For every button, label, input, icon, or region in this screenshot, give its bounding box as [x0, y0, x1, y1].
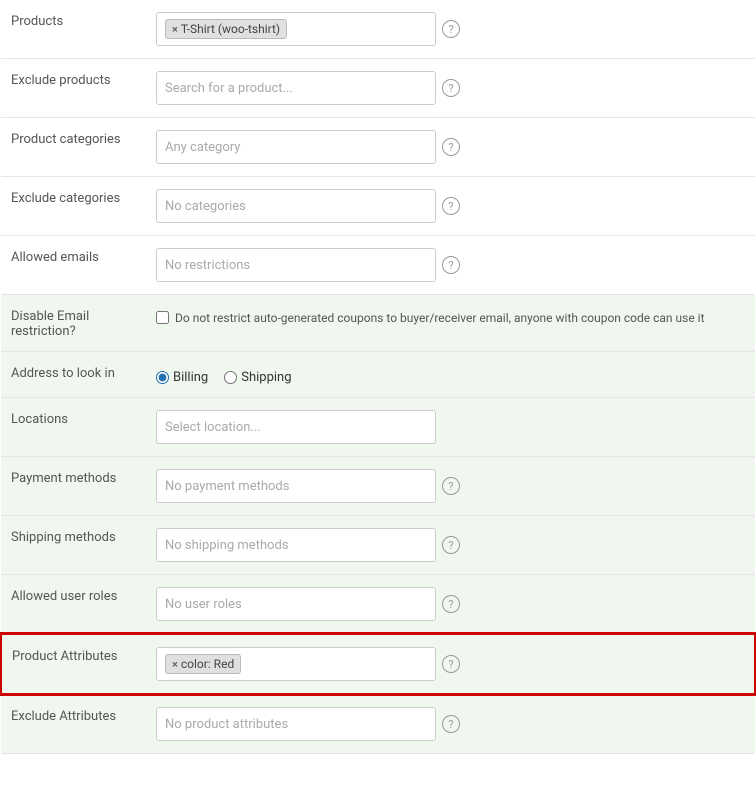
row-allowed-emails: Allowed emailsNo restrictions? — [1, 236, 755, 295]
label-allowed-emails: Allowed emails — [1, 236, 156, 295]
select-products[interactable]: × T-Shirt (woo-tshirt) — [156, 12, 436, 46]
row-product-categories: Product categoriesAny category? — [1, 118, 755, 177]
label-products: Products — [1, 0, 156, 59]
field-address-to-look-in: Billing Shipping — [156, 352, 755, 398]
placeholder-allowed-user-roles: No user roles — [165, 597, 242, 612]
help-icon-payment-methods[interactable]: ? — [442, 477, 460, 495]
label-locations: Locations — [1, 398, 156, 457]
field-row-allowed-user-roles: No user roles? — [156, 587, 745, 621]
row-shipping-methods: Shipping methodsNo shipping methods? — [1, 516, 755, 575]
field-row-locations: Select location... — [156, 410, 745, 444]
radio-option-billing[interactable]: Billing — [156, 370, 208, 385]
tag-label-product-attributes: color: Red — [181, 657, 234, 671]
placeholder-exclude-products: Search for a product... — [165, 81, 293, 96]
field-exclude-products: Search for a product...? — [156, 59, 755, 118]
tag-products[interactable]: × T-Shirt (woo-tshirt) — [165, 19, 287, 39]
tag-remove-product-attributes[interactable]: × — [172, 658, 178, 671]
select-allowed-user-roles[interactable]: No user roles — [156, 587, 436, 621]
select-exclude-products[interactable]: Search for a product... — [156, 71, 436, 105]
row-exclude-categories: Exclude categoriesNo categories? — [1, 177, 755, 236]
help-icon-products[interactable]: ? — [442, 20, 460, 38]
field-row-product-attributes: × color: Red? — [156, 647, 744, 681]
select-exclude-attributes[interactable]: No product attributes — [156, 707, 436, 741]
placeholder-product-categories: Any category — [165, 140, 240, 155]
placeholder-shipping-methods: No shipping methods — [165, 538, 289, 553]
radio-shipping[interactable] — [224, 371, 237, 384]
label-disable-email: Disable Email restriction? — [1, 295, 156, 352]
label-address-to-look-in: Address to look in — [1, 352, 156, 398]
row-product-attributes: Product Attributes× color: Red? — [1, 634, 755, 694]
select-payment-methods[interactable]: No payment methods — [156, 469, 436, 503]
field-row-exclude-attributes: No product attributes? — [156, 707, 745, 741]
row-exclude-attributes: Exclude AttributesNo product attributes? — [1, 694, 755, 754]
field-allowed-emails: No restrictions? — [156, 236, 755, 295]
field-row-products: × T-Shirt (woo-tshirt)? — [156, 12, 745, 46]
select-allowed-emails[interactable]: No restrictions — [156, 248, 436, 282]
field-locations: Select location... — [156, 398, 755, 457]
placeholder-locations: Select location... — [165, 420, 261, 435]
row-disable-email: Disable Email restriction? Do not restric… — [1, 295, 755, 352]
field-row-payment-methods: No payment methods? — [156, 469, 745, 503]
coupon-form: Products× T-Shirt (woo-tshirt)?Exclude p… — [0, 0, 756, 754]
label-exclude-products: Exclude products — [1, 59, 156, 118]
radio-label-billing: Billing — [173, 370, 208, 385]
radio-label-shipping: Shipping — [241, 370, 291, 385]
tag-remove-products[interactable]: × — [172, 23, 178, 36]
label-exclude-categories: Exclude categories — [1, 177, 156, 236]
label-product-attributes: Product Attributes — [1, 634, 156, 694]
tag-product-attributes[interactable]: × color: Red — [165, 654, 241, 674]
field-exclude-categories: No categories? — [156, 177, 755, 236]
placeholder-exclude-attributes: No product attributes — [165, 717, 288, 732]
help-icon-product-categories[interactable]: ? — [442, 138, 460, 156]
row-allowed-user-roles: Allowed user rolesNo user roles? — [1, 575, 755, 635]
help-icon-allowed-user-roles[interactable]: ? — [442, 595, 460, 613]
select-product-attributes[interactable]: × color: Red — [156, 647, 436, 681]
label-allowed-user-roles: Allowed user roles — [1, 575, 156, 635]
field-row-exclude-products: Search for a product...? — [156, 71, 745, 105]
field-allowed-user-roles: No user roles? — [156, 575, 755, 635]
label-product-categories: Product categories — [1, 118, 156, 177]
help-icon-exclude-attributes[interactable]: ? — [442, 715, 460, 733]
select-product-categories[interactable]: Any category — [156, 130, 436, 164]
row-exclude-products: Exclude productsSearch for a product...? — [1, 59, 755, 118]
field-exclude-attributes: No product attributes? — [156, 694, 755, 754]
tag-label-products: T-Shirt (woo-tshirt) — [181, 22, 280, 36]
label-shipping-methods: Shipping methods — [1, 516, 156, 575]
help-icon-shipping-methods[interactable]: ? — [442, 536, 460, 554]
field-row-product-categories: Any category? — [156, 130, 745, 164]
field-product-categories: Any category? — [156, 118, 755, 177]
label-payment-methods: Payment methods — [1, 457, 156, 516]
select-locations[interactable]: Select location... — [156, 410, 436, 444]
help-icon-allowed-emails[interactable]: ? — [442, 256, 460, 274]
row-payment-methods: Payment methodsNo payment methods? — [1, 457, 755, 516]
checkbox-row-disable-email: Do not restrict auto-generated coupons t… — [156, 307, 745, 327]
field-row-shipping-methods: No shipping methods? — [156, 528, 745, 562]
radio-option-shipping[interactable]: Shipping — [224, 370, 291, 385]
field-disable-email: Do not restrict auto-generated coupons t… — [156, 295, 755, 352]
field-row-allowed-emails: No restrictions? — [156, 248, 745, 282]
field-product-attributes: × color: Red? — [156, 634, 755, 694]
placeholder-allowed-emails: No restrictions — [165, 258, 250, 273]
help-icon-exclude-categories[interactable]: ? — [442, 197, 460, 215]
radio-billing[interactable] — [156, 371, 169, 384]
field-payment-methods: No payment methods? — [156, 457, 755, 516]
help-icon-exclude-products[interactable]: ? — [442, 79, 460, 97]
radio-row-address-to-look-in: Billing Shipping — [156, 364, 745, 385]
row-address-to-look-in: Address to look in Billing Shipping — [1, 352, 755, 398]
placeholder-exclude-categories: No categories — [165, 199, 246, 214]
select-exclude-categories[interactable]: No categories — [156, 189, 436, 223]
field-shipping-methods: No shipping methods? — [156, 516, 755, 575]
row-products: Products× T-Shirt (woo-tshirt)? — [1, 0, 755, 59]
help-icon-product-attributes[interactable]: ? — [442, 655, 460, 673]
checkbox-disable-email[interactable] — [156, 311, 169, 324]
placeholder-payment-methods: No payment methods — [165, 479, 289, 494]
select-shipping-methods[interactable]: No shipping methods — [156, 528, 436, 562]
label-exclude-attributes: Exclude Attributes — [1, 694, 156, 754]
row-locations: Locations Select location... — [1, 398, 755, 457]
field-row-exclude-categories: No categories? — [156, 189, 745, 223]
checkbox-label-disable-email: Do not restrict auto-generated coupons t… — [175, 309, 705, 327]
field-products: × T-Shirt (woo-tshirt)? — [156, 0, 755, 59]
